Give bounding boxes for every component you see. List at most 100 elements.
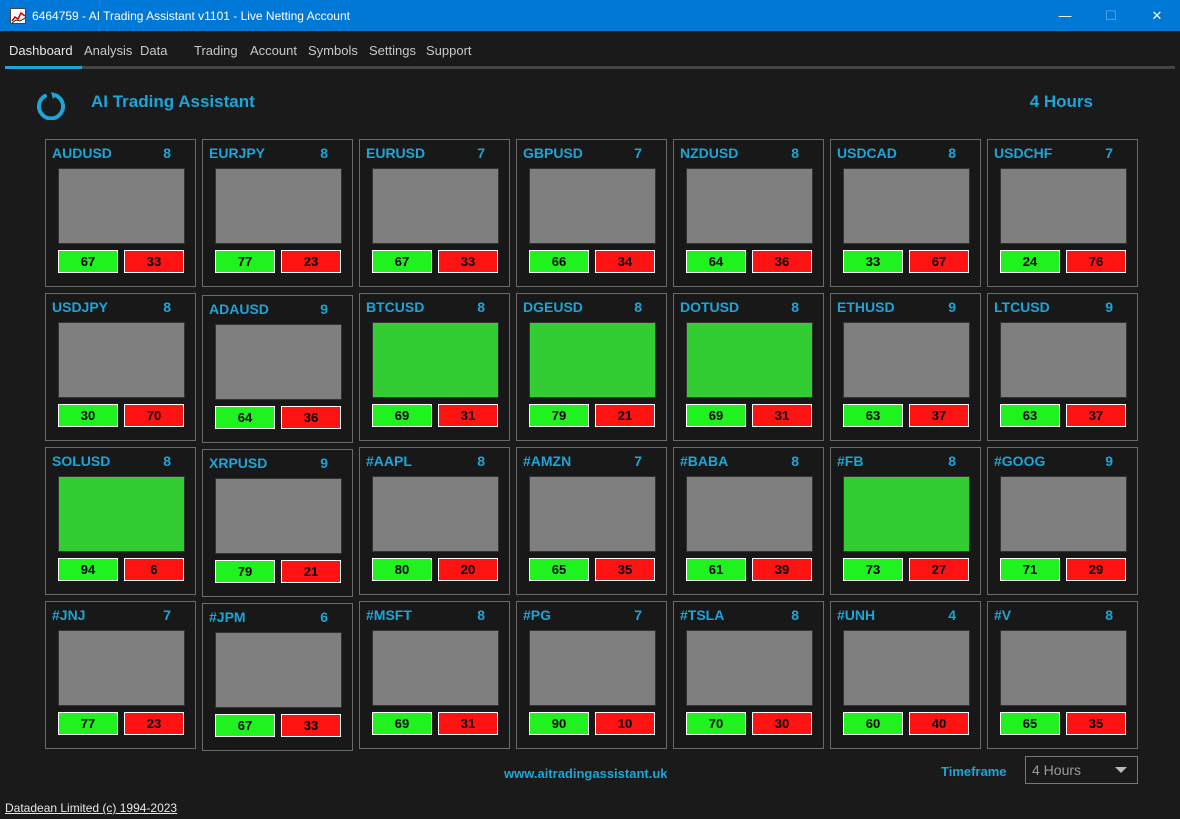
card-signal-box bbox=[1000, 322, 1127, 398]
menu-bar: Dashboard Analysis Data Trading Account … bbox=[0, 31, 1180, 69]
symbol-card[interactable]: #PG 7 90 10 bbox=[516, 601, 667, 749]
symbol-card[interactable]: XRPUSD 9 79 21 bbox=[202, 449, 353, 597]
website-link[interactable]: www.aitradingassistant.uk bbox=[504, 766, 668, 781]
card-signal-box bbox=[529, 630, 656, 706]
card-score: 7 bbox=[477, 145, 485, 161]
symbol-card[interactable]: #GOOG 9 71 29 bbox=[987, 447, 1138, 595]
card-sell-percent: 37 bbox=[1066, 404, 1126, 427]
symbol-card[interactable]: #TSLA 8 70 30 bbox=[673, 601, 824, 749]
card-sell-percent: 39 bbox=[752, 558, 812, 581]
symbol-card[interactable]: #MSFT 8 69 31 bbox=[359, 601, 510, 749]
card-sell-percent: 20 bbox=[438, 558, 498, 581]
card-symbol: #GOOG bbox=[994, 453, 1046, 469]
card-buy-percent: 67 bbox=[215, 714, 275, 737]
card-sell-percent: 31 bbox=[438, 404, 498, 427]
card-sell-percent: 33 bbox=[281, 714, 341, 737]
timeframe-select[interactable]: 4 Hours bbox=[1025, 756, 1138, 784]
card-buy-percent: 80 bbox=[372, 558, 432, 581]
card-sell-percent: 70 bbox=[124, 404, 184, 427]
card-symbol: GBPUSD bbox=[523, 145, 583, 161]
card-signal-box bbox=[215, 478, 342, 554]
card-sell-percent: 21 bbox=[281, 560, 341, 583]
symbol-card[interactable]: DOTUSD 8 69 31 bbox=[673, 293, 824, 441]
card-symbol: DOTUSD bbox=[680, 299, 740, 315]
symbol-card[interactable]: GBPUSD 7 66 34 bbox=[516, 139, 667, 287]
card-sell-percent: 76 bbox=[1066, 250, 1126, 273]
symbol-card[interactable]: #JPM 6 67 33 bbox=[202, 603, 353, 751]
maximize-button[interactable]: ☐ bbox=[1088, 0, 1134, 31]
card-sell-percent: 31 bbox=[438, 712, 498, 735]
card-symbol: BTCUSD bbox=[366, 299, 425, 315]
card-symbol: ADAUSD bbox=[209, 301, 269, 317]
menu-dashboard[interactable]: Dashboard bbox=[9, 43, 73, 58]
card-signal-box bbox=[843, 168, 970, 244]
card-score: 9 bbox=[1105, 299, 1113, 315]
chevron-down-icon[interactable] bbox=[1115, 767, 1127, 773]
symbol-card[interactable]: #AAPL 8 80 20 bbox=[359, 447, 510, 595]
card-buy-percent: 64 bbox=[686, 250, 746, 273]
card-score: 7 bbox=[634, 145, 642, 161]
card-symbol: LTCUSD bbox=[994, 299, 1050, 315]
menu-support[interactable]: Support bbox=[426, 43, 472, 58]
header-timeframe: 4 Hours bbox=[1029, 92, 1093, 111]
card-buy-percent: 69 bbox=[372, 404, 432, 427]
card-sell-percent: 36 bbox=[281, 406, 341, 429]
card-signal-box bbox=[58, 168, 185, 244]
symbol-card[interactable]: ADAUSD 9 64 36 bbox=[202, 295, 353, 443]
symbol-card[interactable]: #FB 8 73 27 bbox=[830, 447, 981, 595]
symbol-card[interactable]: #AMZN 7 65 35 bbox=[516, 447, 667, 595]
card-buy-percent: 66 bbox=[529, 250, 589, 273]
card-buy-percent: 63 bbox=[1000, 404, 1060, 427]
card-buy-percent: 94 bbox=[58, 558, 118, 581]
symbol-card[interactable]: ETHUSD 9 63 37 bbox=[830, 293, 981, 441]
symbol-card[interactable]: NZDUSD 8 64 36 bbox=[673, 139, 824, 287]
copyright-link[interactable]: Datadean Limited (c) 1994-2023 bbox=[5, 801, 177, 815]
card-signal-box bbox=[686, 168, 813, 244]
symbol-card[interactable]: LTCUSD 9 63 37 bbox=[987, 293, 1138, 441]
window-titlebar: 6464759 - AI Trading Assistant v1101 - L… bbox=[0, 0, 1180, 31]
symbol-card[interactable]: EURUSD 7 67 33 bbox=[359, 139, 510, 287]
card-buy-percent: 77 bbox=[215, 250, 275, 273]
card-score: 9 bbox=[320, 455, 328, 471]
symbol-card[interactable]: EURJPY 8 77 23 bbox=[202, 139, 353, 287]
menu-settings[interactable]: Settings bbox=[369, 43, 416, 58]
menu-symbols[interactable]: Symbols bbox=[308, 43, 358, 58]
symbol-card[interactable]: #UNH 4 60 40 bbox=[830, 601, 981, 749]
symbol-card[interactable]: BTCUSD 8 69 31 bbox=[359, 293, 510, 441]
menu-account[interactable]: Account bbox=[250, 43, 297, 58]
symbol-card[interactable]: #V 8 65 35 bbox=[987, 601, 1138, 749]
symbol-card[interactable]: #JNJ 7 77 23 bbox=[45, 601, 196, 749]
card-score: 8 bbox=[791, 607, 799, 623]
card-signal-box bbox=[215, 168, 342, 244]
card-sell-percent: 30 bbox=[752, 712, 812, 735]
card-sell-percent: 36 bbox=[752, 250, 812, 273]
close-button[interactable]: ✕ bbox=[1134, 0, 1180, 31]
card-signal-box bbox=[529, 322, 656, 398]
symbol-card[interactable]: SOLUSD 8 94 6 bbox=[45, 447, 196, 595]
card-sell-percent: 23 bbox=[281, 250, 341, 273]
card-signal-box bbox=[215, 324, 342, 400]
card-score: 8 bbox=[948, 145, 956, 161]
minimize-button[interactable]: — bbox=[1042, 0, 1088, 31]
menu-trading[interactable]: Trading bbox=[194, 43, 238, 58]
card-signal-box bbox=[686, 630, 813, 706]
symbol-card[interactable]: USDJPY 8 30 70 bbox=[45, 293, 196, 441]
card-score: 9 bbox=[320, 301, 328, 317]
menu-active-indicator bbox=[5, 66, 82, 69]
symbol-card[interactable]: DGEUSD 8 79 21 bbox=[516, 293, 667, 441]
card-symbol: #JPM bbox=[209, 609, 246, 625]
symbol-card[interactable]: #BABA 8 61 39 bbox=[673, 447, 824, 595]
power-logo-icon bbox=[36, 90, 66, 121]
card-signal-box bbox=[1000, 476, 1127, 552]
symbol-card[interactable]: USDCHF 7 24 76 bbox=[987, 139, 1138, 287]
card-signal-box bbox=[372, 322, 499, 398]
menu-data[interactable]: Data bbox=[140, 43, 167, 58]
symbol-card[interactable]: AUDUSD 8 67 33 bbox=[45, 139, 196, 287]
card-score: 7 bbox=[634, 453, 642, 469]
symbol-card[interactable]: USDCAD 8 33 67 bbox=[830, 139, 981, 287]
card-score: 8 bbox=[477, 453, 485, 469]
menu-analysis[interactable]: Analysis bbox=[84, 43, 132, 58]
card-score: 9 bbox=[948, 299, 956, 315]
card-signal-box bbox=[372, 476, 499, 552]
card-buy-percent: 67 bbox=[58, 250, 118, 273]
